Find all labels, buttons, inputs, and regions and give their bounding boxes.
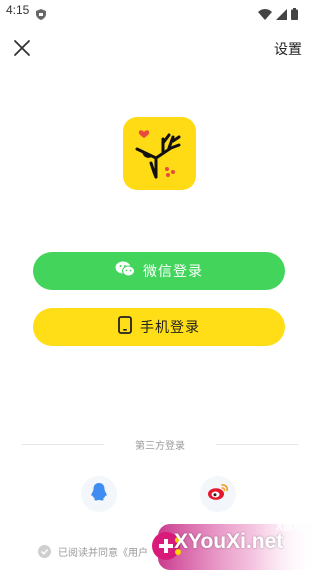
wechat-login-button[interactable]: 微信登录 [33,252,285,290]
app-logo [123,117,196,190]
qq-login-button[interactable] [81,476,117,512]
wechat-login-label: 微信登录 [143,264,203,280]
status-time: 4:15 [6,3,30,17]
agreement-checkbox[interactable] [38,544,51,558]
agreement-row: 已阅读并同意《用户 [38,543,148,559]
settings-button[interactable]: 设置 [274,39,302,59]
watermark-text: XYouXi.net [174,530,284,553]
qq-icon [90,482,108,506]
wechat-icon [115,261,135,281]
agreement-text: 已阅读并同意《用户 [58,547,148,559]
status-bar: 4:15 [0,0,320,24]
weibo-login-button[interactable] [200,476,236,512]
phone-login-label: 手机登录 [140,320,200,336]
weibo-icon [207,483,229,505]
divider-line-right [216,444,298,445]
phone-login-button[interactable]: 手机登录 [33,308,285,346]
close-icon[interactable] [10,36,34,60]
third-party-divider: 第三方登录 [22,437,298,452]
top-bar: 设置 [0,30,320,66]
watermark: X游戏 XYouXi.net [148,516,320,574]
signal-icon [276,5,287,24]
shield-icon [36,5,46,24]
wifi-icon [258,5,272,24]
phone-icon [118,316,132,338]
battery-icon [291,5,298,24]
